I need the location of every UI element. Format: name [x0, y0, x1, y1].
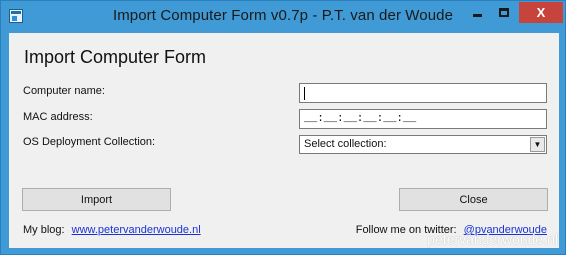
watermark: petervanderwoude.nl [427, 231, 558, 247]
mac-address-label: MAC address: [23, 111, 93, 123]
import-button[interactable]: Import [22, 188, 171, 211]
app-window: Import Computer Form v0.7p - P.T. van de… [0, 0, 566, 255]
close-button[interactable]: Close [399, 188, 548, 211]
minimize-icon [472, 14, 482, 17]
maximize-button[interactable] [491, 2, 517, 23]
text-caret [304, 87, 305, 100]
blog-link[interactable]: www.petervanderwoude.nl [72, 224, 201, 236]
minimize-button[interactable] [464, 2, 490, 23]
os-collection-select[interactable]: Select collection: ▼ [299, 135, 547, 154]
mac-address-input[interactable]: __:__:__:__:__:__ [299, 109, 547, 129]
blog-label: My blog: [23, 224, 65, 236]
blog-footer: My blog: www.petervanderwoude.nl [23, 224, 201, 236]
close-window-button[interactable]: X [519, 2, 563, 23]
maximize-icon [499, 8, 509, 17]
form-body: Import Computer Form Computer name: MAC … [9, 33, 559, 248]
chevron-down-icon[interactable]: ▼ [530, 137, 545, 152]
title-bar[interactable]: Import Computer Form v0.7p - P.T. van de… [1, 1, 565, 33]
os-collection-label: OS Deployment Collection: [23, 136, 156, 148]
close-icon: X [536, 5, 546, 20]
computer-name-label: Computer name: [23, 85, 105, 97]
computer-name-input[interactable] [299, 83, 547, 103]
form-heading: Import Computer Form [24, 47, 207, 67]
os-collection-selected: Select collection: [304, 138, 387, 150]
